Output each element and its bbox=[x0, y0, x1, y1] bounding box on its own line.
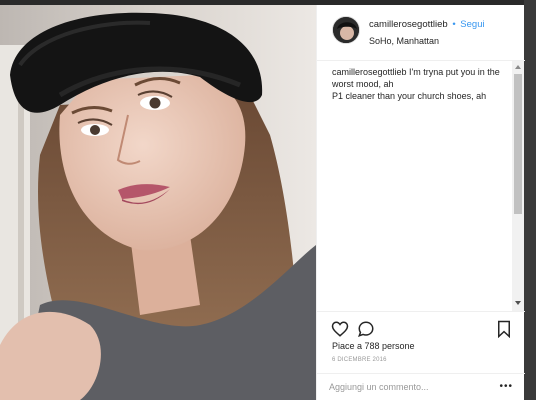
post-caption: camillerosegottlieb I'm tryna put you in… bbox=[332, 66, 512, 102]
header-user-line: camillerosegottlieb • Segui bbox=[369, 19, 485, 30]
avatar[interactable] bbox=[332, 16, 360, 44]
post-side-panel: camillerosegottlieb • Segui SoHo, Manhat… bbox=[316, 5, 525, 400]
likes-count[interactable]: Piace a 788 persone bbox=[332, 341, 415, 351]
username-link[interactable]: camillerosegottlieb bbox=[369, 19, 448, 30]
scroll-thumb[interactable] bbox=[514, 74, 522, 214]
location-link[interactable]: SoHo, Manhattan bbox=[369, 36, 439, 46]
scroll-up-arrow-icon[interactable] bbox=[515, 65, 521, 69]
post-header: camillerosegottlieb • Segui SoHo, Manhat… bbox=[317, 5, 525, 61]
avatar-image bbox=[333, 17, 359, 43]
add-comment-section: ••• bbox=[317, 373, 525, 400]
scroll-down-arrow-icon[interactable] bbox=[515, 301, 521, 305]
follow-button[interactable]: Segui bbox=[460, 19, 484, 30]
more-options-icon[interactable]: ••• bbox=[499, 382, 513, 392]
comments-scrollbar[interactable] bbox=[512, 61, 524, 311]
separator-dot: • bbox=[452, 19, 456, 30]
comment-bubble-icon[interactable] bbox=[357, 320, 375, 338]
caption-username-link[interactable]: camillerosegottlieb bbox=[332, 67, 407, 77]
heart-icon[interactable] bbox=[331, 320, 349, 338]
bookmark-icon[interactable] bbox=[495, 320, 513, 338]
post-actions: Piace a 788 persone 6 DICEMBRE 2016 bbox=[317, 311, 525, 373]
caption-text-line2: P1 cleaner than your church shoes, ah bbox=[332, 91, 487, 101]
post-photo[interactable] bbox=[0, 5, 316, 400]
portrait-photo-image bbox=[0, 5, 316, 400]
post-modal: camillerosegottlieb • Segui SoHo, Manhat… bbox=[0, 5, 525, 400]
post-date: 6 DICEMBRE 2016 bbox=[332, 357, 387, 363]
comment-input[interactable] bbox=[329, 379, 489, 395]
page-backdrop-right bbox=[524, 0, 536, 400]
